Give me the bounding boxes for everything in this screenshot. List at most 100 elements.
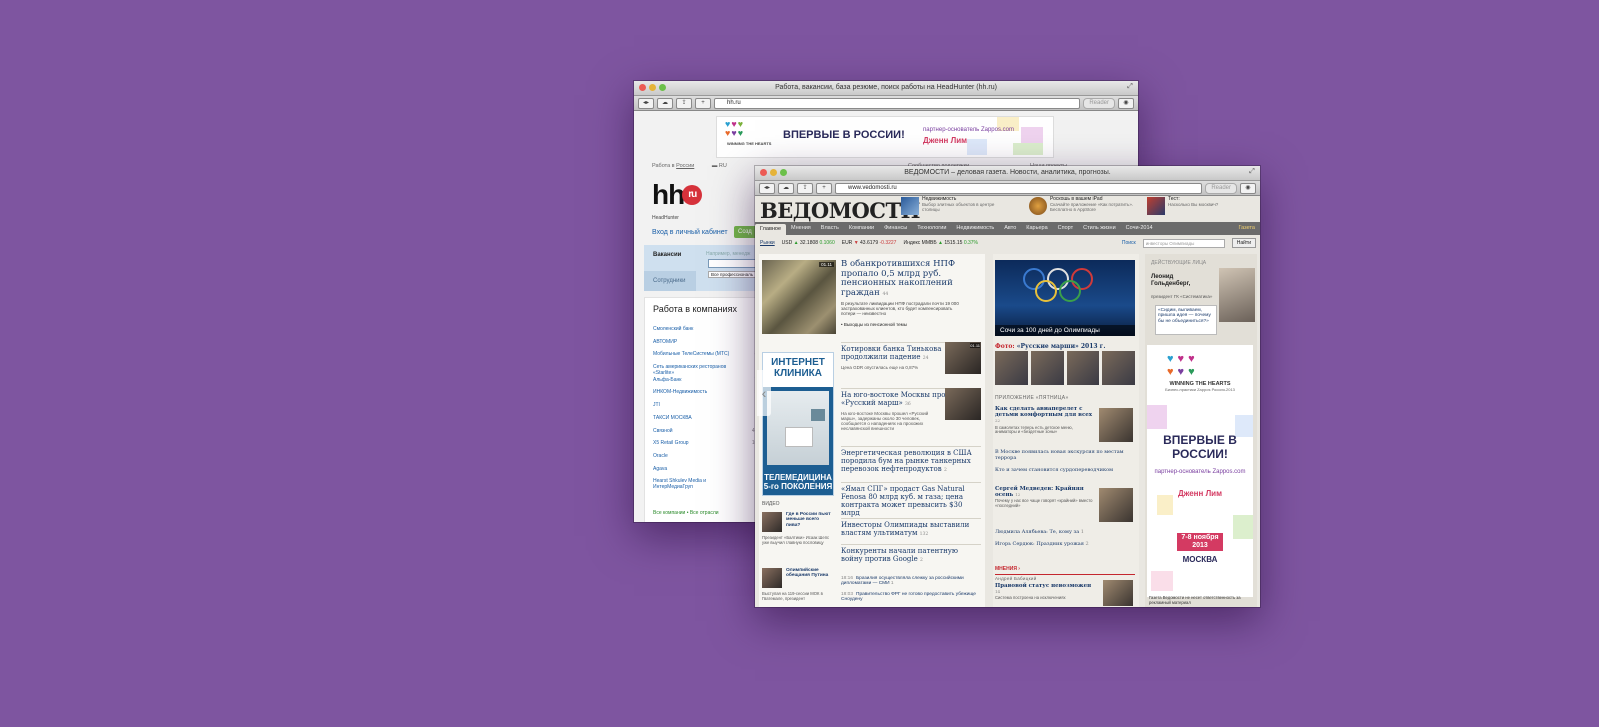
friday-link[interactable]: Кто и зачем становится сурдопереводчиком xyxy=(995,467,1135,474)
friday-article[interactable]: Как сделать авиаперелет с детьми комфорт… xyxy=(995,406,1095,435)
lead-headline[interactable]: В обанкротившихся НПФ пропало 0,5 млрд р… xyxy=(841,259,965,299)
photo-gallery-title[interactable]: Фото: «Русские марши» 2013 г. xyxy=(995,343,1105,350)
promo-realty[interactable]: Недвижимость Выбор элитных объектов в це… xyxy=(901,196,1011,218)
lead-image[interactable]: 01.11 xyxy=(762,260,836,334)
login-link[interactable]: Вход в личный кабинет xyxy=(652,229,728,236)
close-icon[interactable] xyxy=(760,169,767,176)
company-item[interactable]: Мобильные ТелеСистемы (МТС)815 xyxy=(653,351,763,364)
article-thumbnail[interactable] xyxy=(1099,408,1133,442)
tab-employees[interactable]: Сотрудники xyxy=(644,271,696,291)
zoom-icon[interactable] xyxy=(659,84,666,91)
nav-item[interactable]: Компании xyxy=(844,222,879,235)
back-button[interactable]: ◂▸ xyxy=(638,97,654,109)
gallery-photo[interactable] xyxy=(1066,351,1100,385)
nav-newspaper[interactable]: Газета xyxy=(1233,222,1260,235)
nav-item[interactable]: Стиль жизни xyxy=(1078,222,1121,235)
nav-item[interactable]: Главное xyxy=(755,224,787,235)
company-item[interactable]: ТАКСИ МОСКВА31 xyxy=(653,415,763,428)
search-button[interactable]: Найти xyxy=(1231,238,1256,248)
all-industries-link[interactable]: Все отрасли xyxy=(690,510,719,516)
profession-select[interactable]: Все профессиональ xyxy=(708,271,757,278)
gallery-photo[interactable] xyxy=(1030,351,1064,385)
share-icon[interactable]: ⇪ xyxy=(797,182,813,194)
chevron-left-icon[interactable]: ‹ xyxy=(757,370,771,416)
new-tab-icon[interactable]: + xyxy=(695,97,711,109)
nav-item[interactable]: Власть xyxy=(816,222,844,235)
column-article[interactable]: Сергей Медведев: Крайняя осень 12 Почему … xyxy=(995,486,1095,509)
news-item[interactable]: «Ямал СПГ» продаст Gas Natural Fenosa 80… xyxy=(841,482,981,517)
new-tab-icon[interactable]: + xyxy=(816,182,832,194)
person-quote[interactable]: «Сидим, выпиваем, пришла идея — почему б… xyxy=(1155,305,1217,335)
column-link[interactable]: Игорь Сердюк: Праздник урожая 2 xyxy=(995,541,1135,548)
company-item[interactable]: Связной4361 xyxy=(653,428,763,441)
company-item[interactable]: Hearst Shkulev Media и ИнтерМедиаГруп64 xyxy=(653,478,763,491)
photo-gallery-strip[interactable] xyxy=(995,351,1135,385)
share-icon[interactable]: ⇪ xyxy=(676,97,692,109)
news-item[interactable]: Конкуренты начали патентную войну против… xyxy=(841,544,981,565)
fullscreen-icon[interactable]: ⤢ xyxy=(1248,168,1256,176)
hh-logo[interactable]: hh ru xyxy=(652,179,703,211)
markets-link[interactable]: Рынки xyxy=(760,240,775,246)
hh-zappos-banner[interactable]: ♥♥♥ ♥♥♥ WINNING THE HEARTS ВПЕРВЫЕ В РОСС… xyxy=(716,116,1054,158)
all-companies-link[interactable]: Все компании xyxy=(653,510,685,516)
company-item[interactable]: Agava5 xyxy=(653,466,763,479)
internet-clinic-ad[interactable]: ИНТЕРНЕТ КЛИНИКА ТЕЛЕМЕДИЦИНА 5-го ПОКОЛ… xyxy=(762,352,834,496)
nav-item[interactable]: Мнения xyxy=(786,222,816,235)
people-section-label[interactable]: ДЕЙСТВУЮЩИЕ ЛИЦА xyxy=(1151,260,1206,266)
lead-related-link[interactable]: • Выходцы из пенсионной темы xyxy=(841,322,907,327)
nav-item[interactable]: Карьера xyxy=(1021,222,1052,235)
zappos-ad[interactable]: ♥♥♥ ♥♥♥ WINNING THE HEARTS Бизнес-практик… xyxy=(1147,345,1253,597)
region-link[interactable]: России xyxy=(676,163,694,169)
back-button[interactable]: ◂▸ xyxy=(759,182,775,194)
person-photo[interactable] xyxy=(1219,268,1255,322)
column-link[interactable]: Людмила Алябьева: Те, кому за 1 xyxy=(995,529,1135,536)
company-item[interactable]: Oracle18 xyxy=(653,453,763,466)
company-item[interactable]: X5 Retail Group1064 xyxy=(653,440,763,453)
opinions-section-label[interactable]: МНЕНИЯ › xyxy=(995,566,1020,572)
search-input[interactable]: инвесторы Олимпиады xyxy=(1142,238,1225,248)
gallery-photo[interactable] xyxy=(1102,351,1135,385)
minimize-icon[interactable] xyxy=(770,169,777,176)
company-item[interactable]: АВТОМИР194 xyxy=(653,339,763,352)
language-link[interactable]: RU xyxy=(719,163,727,169)
nav-item[interactable]: Финансы xyxy=(879,222,912,235)
promo-ipad[interactable]: Роскошь в вашем iPad Скачайте приложение… xyxy=(1029,196,1139,218)
fullscreen-icon[interactable]: ⤢ xyxy=(1126,83,1134,91)
nav-item[interactable]: Технологии xyxy=(912,222,951,235)
ved-address-bar[interactable]: www.vedomosti.ru xyxy=(835,182,1203,194)
friday-link[interactable]: В Москве появилась новая экскурсия по ме… xyxy=(995,449,1135,461)
company-item[interactable]: Сеть американских ресторанов «Starlite»3… xyxy=(653,364,763,377)
brief-item[interactable]: 18:16 Бразилия осуществляла слежку за рос… xyxy=(841,576,981,587)
icloud-icon[interactable]: ☁ xyxy=(657,97,673,109)
person-name[interactable]: Леонид Гольденберг, xyxy=(1151,274,1211,288)
video-section-label[interactable]: ВИДЕО xyxy=(762,501,780,507)
opinion-article[interactable]: Правовой статус невозможен 14 Система пос… xyxy=(995,583,1095,601)
author-photo[interactable] xyxy=(1099,488,1133,522)
downloads-icon[interactable]: ◉ xyxy=(1118,97,1134,109)
vedomosti-logo[interactable]: ВЕДОМОСТИ xyxy=(760,198,920,223)
nav-item[interactable]: Недвижимость xyxy=(951,222,999,235)
reader-button[interactable]: Reader xyxy=(1083,97,1115,109)
brief-item[interactable]: 18:03 Правительство ФРГ не готово предост… xyxy=(841,592,981,603)
gallery-photo[interactable] xyxy=(995,351,1028,385)
company-item[interactable]: JTI32 xyxy=(653,402,763,415)
news-item[interactable]: Энергетическая революция в США породила … xyxy=(841,446,981,475)
nav-item[interactable]: Спорт xyxy=(1053,222,1078,235)
close-icon[interactable] xyxy=(639,84,646,91)
company-item[interactable]: Альфа-Банк717 xyxy=(653,377,763,390)
tab-vacancies[interactable]: Вакансии xyxy=(653,252,681,258)
app-section-label[interactable]: ПРИЛОЖЕНИЕ «ПЯТНИЦА» xyxy=(995,395,1069,401)
nav-item[interactable]: Сочи-2014 xyxy=(1121,222,1158,235)
minimize-icon[interactable] xyxy=(649,84,656,91)
sochi-olympics-feature[interactable]: Сочи за 100 дней до Олимпиады xyxy=(995,260,1135,336)
news-thumbnail[interactable] xyxy=(945,388,981,420)
downloads-icon[interactable]: ◉ xyxy=(1240,182,1256,194)
promo-test[interactable]: Тест: Насколько Вы москвич? xyxy=(1147,196,1257,218)
author-photo[interactable] xyxy=(1103,580,1133,606)
company-item[interactable]: Смоленский банк52 xyxy=(653,326,763,339)
nav-item[interactable]: Авто xyxy=(999,222,1021,235)
hh-address-bar[interactable]: hh.ru xyxy=(714,97,1081,109)
reader-button[interactable]: Reader xyxy=(1205,182,1237,194)
news-item[interactable]: Инвесторы Олимпиады выставили властям ул… xyxy=(841,518,981,539)
news-thumbnail[interactable]: 01.11 xyxy=(945,342,981,374)
